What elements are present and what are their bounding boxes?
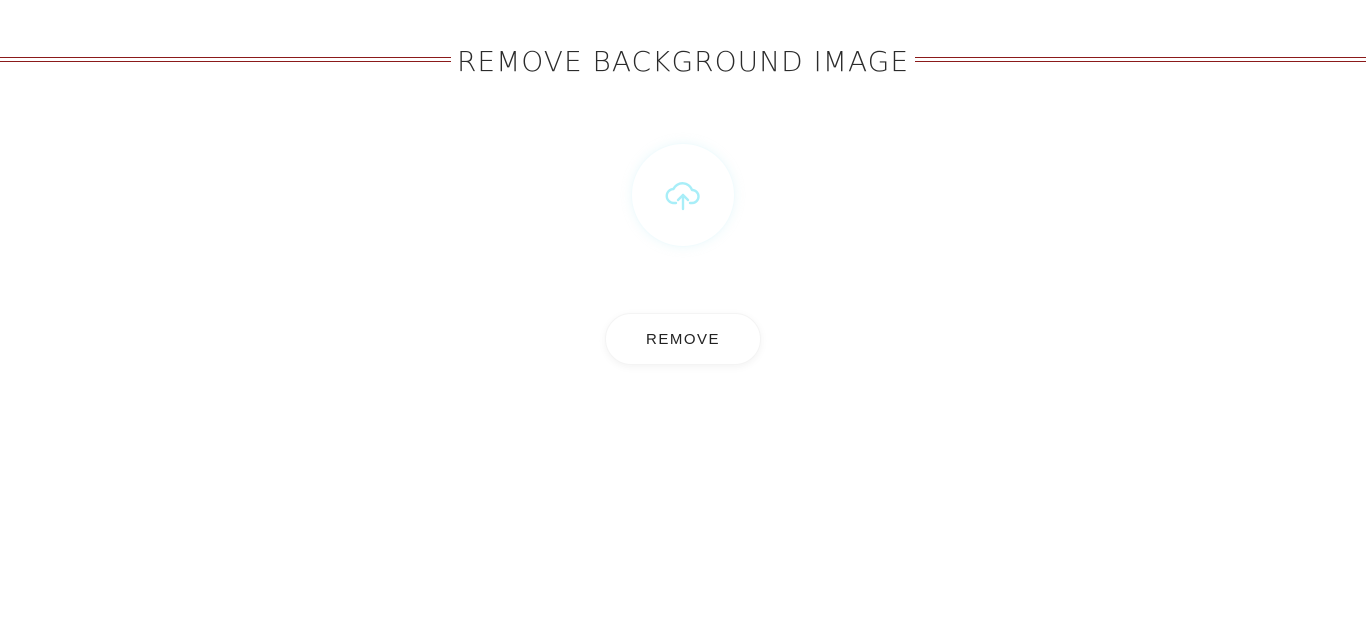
upload-dropzone[interactable] <box>631 143 735 247</box>
header-rule-right <box>915 57 1366 62</box>
page: REMOVE BACKGROUND IMAGE REMOVE <box>0 0 1366 623</box>
section-header: REMOVE BACKGROUND IMAGE <box>0 38 1366 86</box>
header-rule-left <box>0 57 451 62</box>
cloud-upload-icon <box>665 179 701 211</box>
remove-button[interactable]: REMOVE <box>605 313 761 365</box>
page-title: REMOVE BACKGROUND IMAGE <box>456 45 910 78</box>
